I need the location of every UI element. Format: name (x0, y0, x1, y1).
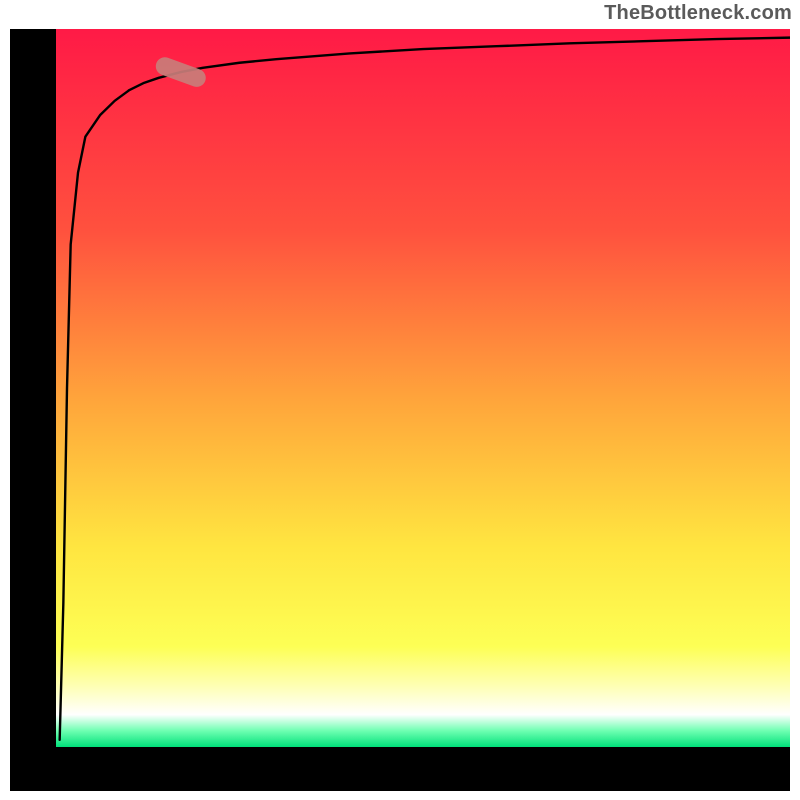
chart-stage: TheBottleneck.com (0, 0, 800, 800)
chart-frame (10, 29, 790, 791)
attribution-label: TheBottleneck.com (604, 2, 792, 25)
gradient-background (56, 29, 790, 747)
plot-svg (56, 29, 790, 747)
plot-area (56, 29, 790, 747)
